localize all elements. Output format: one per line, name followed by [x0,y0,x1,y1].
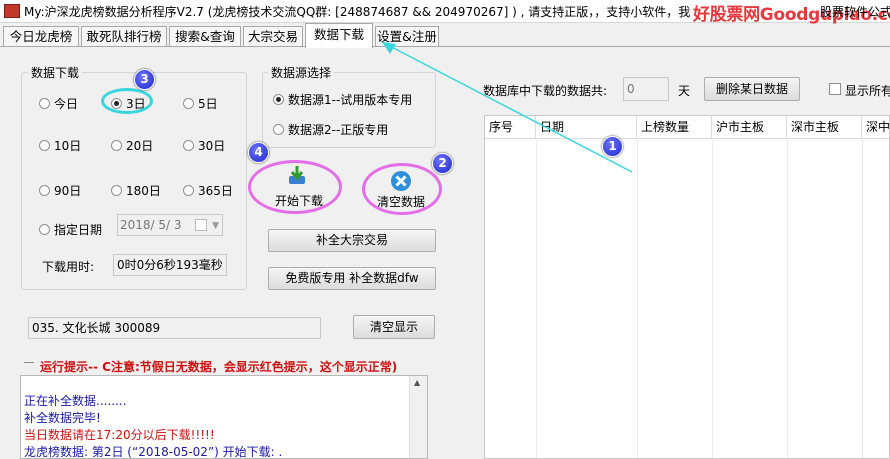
radio-dot [39,140,50,151]
db-count-field: 0 [623,77,669,101]
chevron-down-icon[interactable]: ▼ [212,216,219,236]
scroll-up-icon[interactable]: ▲ [414,378,420,387]
radio-90day[interactable]: 90日 [39,182,81,199]
log-line: 龙虎榜数据: 第2日 (“2018-05-02”) 开始下载: . [24,445,283,459]
tab-settings[interactable]: 设置&注册 [375,26,439,46]
annotation-badge-1: 1 [602,136,623,157]
radio-10day[interactable]: 10日 [39,137,81,154]
radio-20day[interactable]: 20日 [111,137,153,154]
column-header[interactable]: 日期 [536,116,637,138]
title-bar: My:沪深龙虎榜数据分析程序V2.7 (龙虎榜技术交流QQ群: [2488746… [0,0,890,25]
tab-today-list[interactable]: 今日龙虎榜 [3,26,79,46]
app-icon [4,4,20,18]
db-count-unit: 天 [678,84,691,98]
start-download-button[interactable]: 开始下载 [268,164,330,214]
fill-block-trade-button[interactable]: 补全大宗交易 [268,229,436,252]
download-icon [289,166,305,184]
annotation-badge-2: 2 [432,153,453,174]
source-group-label: 数据源选择 [268,64,335,81]
radio-dot [111,98,122,109]
radio-custom-date[interactable]: 指定日期 [39,221,102,238]
tab-ranking[interactable]: 敢死队排行榜 [81,26,167,46]
window-title: My:沪深龙虎榜数据分析程序V2.7 (龙虎榜技术交流QQ群: [2488746… [24,5,691,19]
column-header[interactable]: 深中 [862,116,889,138]
download-group-label: 数据下载 [28,64,83,81]
radio-5day[interactable]: 5日 [183,95,218,112]
tab-data-download[interactable]: 数据下载 [305,23,373,48]
show-all-checkbox[interactable] [829,83,841,95]
date-picker[interactable]: 2018/ 5/ 3 ▼ [117,214,223,236]
radio-dot [39,98,50,109]
radio-dot [183,98,194,109]
clear-x-icon [391,171,411,191]
radio-source-trial[interactable]: 数据源1--试用版本专用 [273,91,412,108]
log-box[interactable]: 正在补全数据........ 补全数据完毕! 当日数据请在17:20分以后下载!… [20,375,428,459]
grid-column-line [862,138,863,458]
radio-today[interactable]: 今日 [39,95,78,112]
log-line: 当日数据请在17:20分以后下载!!!!! [24,428,215,442]
annotation-badge-4: 4 [248,142,269,163]
annotation-badge-3: 3 [134,69,155,90]
delete-day-button[interactable]: 删除某日数据 [704,77,800,101]
tab-search[interactable]: 搜索&查询 [169,26,241,46]
radio-dot [39,224,50,235]
column-header[interactable]: 深市主板 [787,116,862,138]
data-grid[interactable]: 序号 日期 上榜数量 沪市主板 深市主板 深中 [484,115,890,459]
clear-data-label: 清空数据 [376,195,425,209]
stock-field: 035. 文化长城 300089 [28,317,321,339]
log-scrollbar[interactable]: ▲ [409,376,427,458]
radio-dot [273,124,284,135]
grid-column-line [712,138,713,458]
log-line: 补全数据完毕! [24,411,101,425]
fill-free-button[interactable]: 免费版专用 补全数据dfw [268,267,436,290]
radio-dot [39,185,50,196]
date-checkbox[interactable] [195,219,207,231]
clear-display-button[interactable]: 清空显示 [353,315,435,339]
date-picker-value: 2018/ 5/ 3 [120,218,182,232]
column-header[interactable]: 序号 [485,116,536,138]
elapsed-label: 下载用时: [42,260,95,274]
grid-header: 序号 日期 上榜数量 沪市主板 深市主板 深中 [485,116,889,139]
radio-dot [273,94,284,105]
show-all-label: 显示所有 [845,84,890,98]
clear-data-button[interactable]: 清空数据 [370,170,432,214]
radio-dot [111,185,122,196]
radio-dot [183,140,194,151]
title-right-label: 股票软件公式 [820,5,890,19]
radio-source-pro[interactable]: 数据源2--正版专用 [273,121,388,138]
tab-block-trade[interactable]: 大宗交易 [243,26,303,46]
grid-column-line [787,138,788,458]
radio-180day[interactable]: 180日 [111,182,161,199]
elapsed-field: 0时0分6秒193毫秒 [113,254,227,276]
radio-dot [111,140,122,151]
run-hint: 运行提示-- C注意:节假日无数据，会显示红色提示，这个显示正常) [40,360,398,374]
grid-column-line [536,138,537,458]
log-line: 正在补全数据........ [24,394,127,408]
db-count-label: 数据库中下载的数据共: [483,84,608,98]
radio-30day[interactable]: 30日 [183,137,225,154]
radio-dot [183,185,194,196]
column-header[interactable]: 沪市主板 [712,116,787,138]
start-download-label: 开始下载 [274,194,323,208]
radio-365day[interactable]: 365日 [183,182,233,199]
radio-3day[interactable]: 3日 [111,95,146,112]
column-header[interactable]: 上榜数量 [637,116,712,138]
hint-line [24,362,34,363]
grid-column-line [637,138,638,458]
